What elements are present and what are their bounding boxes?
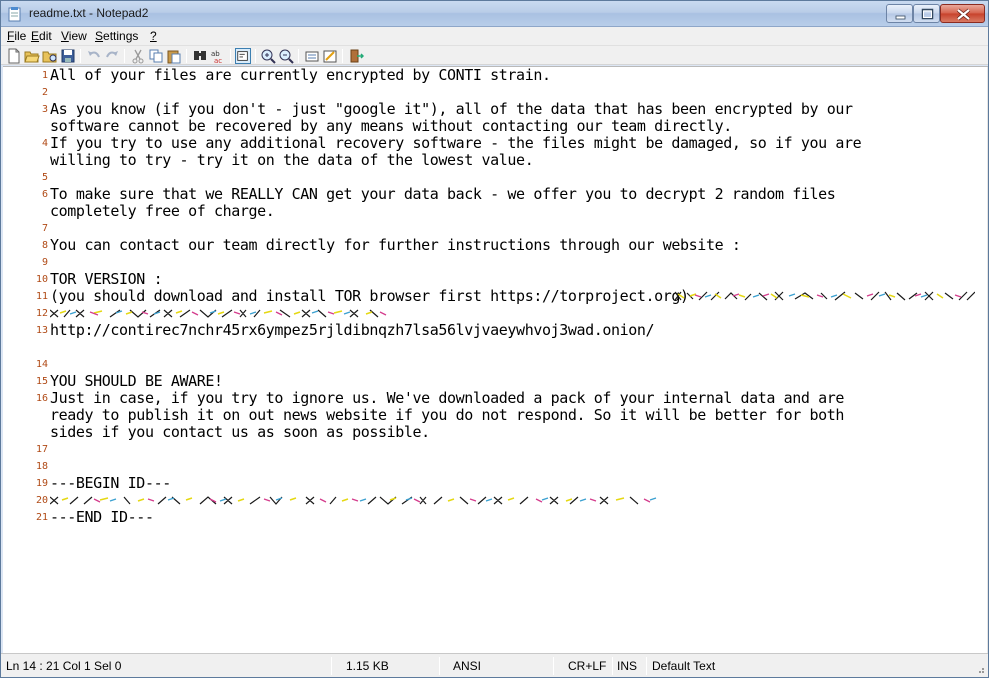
notepad-app-icon xyxy=(8,7,21,22)
line-text: (you should download and install TOR bro… xyxy=(50,287,689,305)
menu-edit[interactable]: Edit xyxy=(31,29,52,43)
line-text: If you try to use any additional recover… xyxy=(50,134,862,152)
line-number: 7 xyxy=(41,223,48,234)
line-number: 6 xyxy=(41,189,48,200)
status-encoding[interactable]: ANSI xyxy=(453,659,481,673)
line-number: 5 xyxy=(41,172,48,183)
redaction-scribble xyxy=(50,309,387,318)
line-number: 21 xyxy=(35,512,48,523)
line-number: 14 xyxy=(35,359,48,370)
word-wrap-icon[interactable] xyxy=(235,48,251,64)
line-text: ---END ID--- xyxy=(50,508,154,526)
cut-icon[interactable] xyxy=(130,48,146,64)
line-text: completely free of charge. xyxy=(50,202,275,220)
customize-schemes-icon[interactable] xyxy=(322,48,338,64)
toolbar-separator xyxy=(80,49,81,63)
line-number: 12 xyxy=(35,308,48,319)
browse-icon[interactable] xyxy=(42,48,58,64)
line-text: willing to try - try it on the data of t… xyxy=(50,151,534,169)
status-separator xyxy=(439,657,440,675)
line-text: software cannot be recovered by any mean… xyxy=(50,117,732,135)
line-text: YOU SHOULD BE AWARE! xyxy=(50,372,223,390)
status-file-size: 1.15 KB xyxy=(346,659,389,673)
line-number: 19 xyxy=(35,478,48,489)
toolbar: ab ac xyxy=(1,46,988,65)
window-title: readme.txt - Notepad2 xyxy=(29,6,149,20)
line-text: http://contirec7nchr45rx6ympez5rjldibnqz… xyxy=(50,321,655,339)
save-icon[interactable] xyxy=(60,48,76,64)
toolbar-separator xyxy=(255,49,256,63)
line-number: 10 xyxy=(35,274,48,285)
redo-icon[interactable] xyxy=(104,48,120,64)
status-scheme[interactable]: Default Text xyxy=(652,659,715,673)
status-insert-mode: INS xyxy=(617,659,638,673)
line-text: Just in case, if you try to ignore us. W… xyxy=(50,389,845,407)
line-number: 17 xyxy=(35,444,48,455)
toolbar-separator xyxy=(186,49,187,63)
paste-icon[interactable] xyxy=(166,48,182,64)
editor-right-edge xyxy=(987,67,988,653)
maximize-button[interactable] xyxy=(913,4,940,23)
line-number: 13 xyxy=(35,325,48,336)
toolbar-separator xyxy=(342,49,343,63)
status-separator xyxy=(612,657,613,675)
open-folder-icon[interactable] xyxy=(24,48,40,64)
line-number: 3 xyxy=(41,104,48,115)
toolbar-separator xyxy=(298,49,299,63)
exit-icon[interactable] xyxy=(348,48,364,64)
line-number: 18 xyxy=(35,461,48,472)
status-position: Ln 14 : 21 Col 1 Sel 0 xyxy=(6,659,122,673)
line-number: 16 xyxy=(35,393,48,404)
line-number: 11 xyxy=(35,291,48,302)
resize-grip-icon[interactable] xyxy=(975,664,985,674)
line-text: All of your files are currently encrypte… xyxy=(50,66,551,84)
status-bar: Ln 14 : 21 Col 1 Sel 0 1.15 KB ANSI CR+L… xyxy=(1,653,988,677)
toolbar-separator xyxy=(124,49,125,63)
find-icon[interactable] xyxy=(192,48,208,64)
line-text: sides if you contact us as soon as possi… xyxy=(50,423,430,441)
status-line-endings[interactable]: CR+LF xyxy=(568,659,606,673)
zoom-in-icon[interactable] xyxy=(260,48,276,64)
redaction-scribble xyxy=(675,291,975,301)
line-number: 4 xyxy=(41,138,48,149)
status-separator xyxy=(553,657,554,675)
close-button[interactable] xyxy=(940,4,985,23)
editor-area[interactable]: 1 All of your files are currently encrypt… xyxy=(3,66,988,653)
line-number: 15 xyxy=(35,376,48,387)
minimize-icon xyxy=(895,15,906,20)
scheme-icon[interactable] xyxy=(304,48,320,64)
status-separator xyxy=(646,657,647,675)
minimize-button[interactable] xyxy=(886,4,913,23)
menu-file[interactable]: File xyxy=(7,29,26,43)
line-text: ---BEGIN ID--- xyxy=(50,474,171,492)
maximize-icon xyxy=(921,8,934,20)
line-number: 1 xyxy=(41,70,48,81)
notepad2-window: readme.txt - Notepad2 File Edit View Set… xyxy=(0,0,989,678)
replace-icon[interactable]: abac xyxy=(210,48,226,64)
line-text: As you know (if you don't - just "google… xyxy=(50,100,853,118)
line-text: To make sure that we REALLY CAN get your… xyxy=(50,185,836,203)
svg-text:ac: ac xyxy=(214,57,222,64)
close-icon xyxy=(956,8,971,21)
line-text: ready to publish it on out news website … xyxy=(50,406,845,424)
menu-bar: File Edit View Settings ? xyxy=(1,27,988,46)
undo-icon[interactable] xyxy=(86,48,102,64)
status-separator xyxy=(331,657,332,675)
new-file-icon[interactable] xyxy=(6,48,22,64)
redaction-scribble xyxy=(50,496,657,505)
title-bar[interactable]: readme.txt - Notepad2 xyxy=(1,1,988,27)
line-number: 8 xyxy=(41,240,48,251)
line-text: You can contact our team directly for fu… xyxy=(50,236,741,254)
line-number: 2 xyxy=(41,87,48,98)
copy-icon[interactable] xyxy=(148,48,164,64)
line-number: 20 xyxy=(35,495,48,506)
line-text: TOR VERSION : xyxy=(50,270,163,288)
menu-help[interactable]: ? xyxy=(150,29,157,43)
menu-settings[interactable]: Settings xyxy=(95,29,138,43)
toolbar-separator xyxy=(230,49,231,63)
line-number: 9 xyxy=(41,257,48,268)
menu-view[interactable]: View xyxy=(61,29,87,43)
zoom-out-icon[interactable] xyxy=(278,48,294,64)
